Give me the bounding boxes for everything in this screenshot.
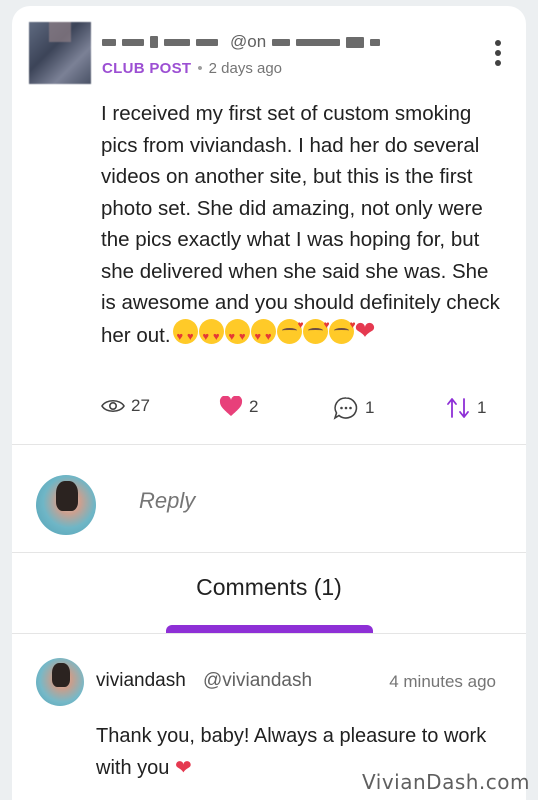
eye-icon (101, 398, 125, 414)
kissing-heart-emoji (328, 310, 356, 344)
divider (12, 552, 526, 553)
tab-comments[interactable]: Comments (1) (12, 574, 526, 601)
heart-eyes-emoji (250, 318, 276, 353)
author-handle[interactable]: @on (230, 32, 266, 52)
reposts-count: 1 (477, 398, 487, 417)
author-avatar[interactable] (29, 22, 91, 84)
active-tab-indicator (166, 625, 373, 633)
heart-eyes-emoji (198, 318, 224, 353)
heart-eyes-emoji (172, 318, 198, 353)
comment-button[interactable]: 1 (333, 396, 374, 420)
repost-icon[interactable] (445, 396, 471, 420)
post-meta: CLUB POST • 2 days ago (102, 60, 282, 77)
kissing-heart-emoji (276, 310, 304, 344)
redacted-name-block (150, 36, 158, 48)
post-text: I received my first set of custom smokin… (101, 98, 506, 353)
emoji-row: ❤ (172, 310, 376, 353)
my-avatar (36, 475, 96, 535)
comment-handle[interactable]: @viviandash (203, 670, 312, 692)
comment-author[interactable]: viviandash (96, 670, 186, 692)
meta-separator: • (197, 60, 203, 77)
like-button[interactable]: 2 (219, 396, 258, 417)
red-heart-emoji: ❤ (174, 757, 192, 779)
redacted-handle-block (346, 36, 365, 48)
redacted-handle-block (370, 38, 381, 46)
views-stat: 27 (101, 396, 150, 416)
post-timestamp: 2 days ago (208, 60, 283, 77)
author-line[interactable]: @on (102, 32, 482, 52)
comment-timestamp: 4 minutes ago (389, 672, 496, 691)
repost-button[interactable]: 1 (445, 396, 486, 420)
heart-icon[interactable] (219, 396, 243, 417)
redacted-name-block (196, 38, 218, 46)
divider (12, 633, 526, 634)
red-heart-emoji: ❤ (354, 316, 376, 345)
redacted-name-block (164, 38, 190, 46)
commenter-avatar[interactable] (36, 658, 84, 706)
comments-count: 1 (365, 398, 375, 417)
redacted-name-block (122, 38, 144, 46)
watermark: VivianDash.com (362, 770, 530, 794)
more-options-icon[interactable] (494, 40, 502, 66)
kissing-heart-emoji (302, 310, 330, 344)
post-card: @on CLUB POST • 2 days ago I received my… (12, 6, 526, 800)
likes-count: 2 (249, 396, 259, 416)
divider (12, 444, 526, 445)
club-post-badge: CLUB POST (102, 60, 192, 77)
heart-eyes-emoji (224, 318, 250, 353)
views-count: 27 (131, 396, 150, 415)
post-stats: 27 2 1 1 (101, 396, 501, 420)
reply-input[interactable] (139, 488, 431, 514)
redacted-handle-block (272, 38, 291, 46)
redacted-handle-block (296, 38, 341, 46)
redacted-name-block (102, 38, 116, 46)
comment-bubble-icon[interactable] (333, 396, 359, 420)
